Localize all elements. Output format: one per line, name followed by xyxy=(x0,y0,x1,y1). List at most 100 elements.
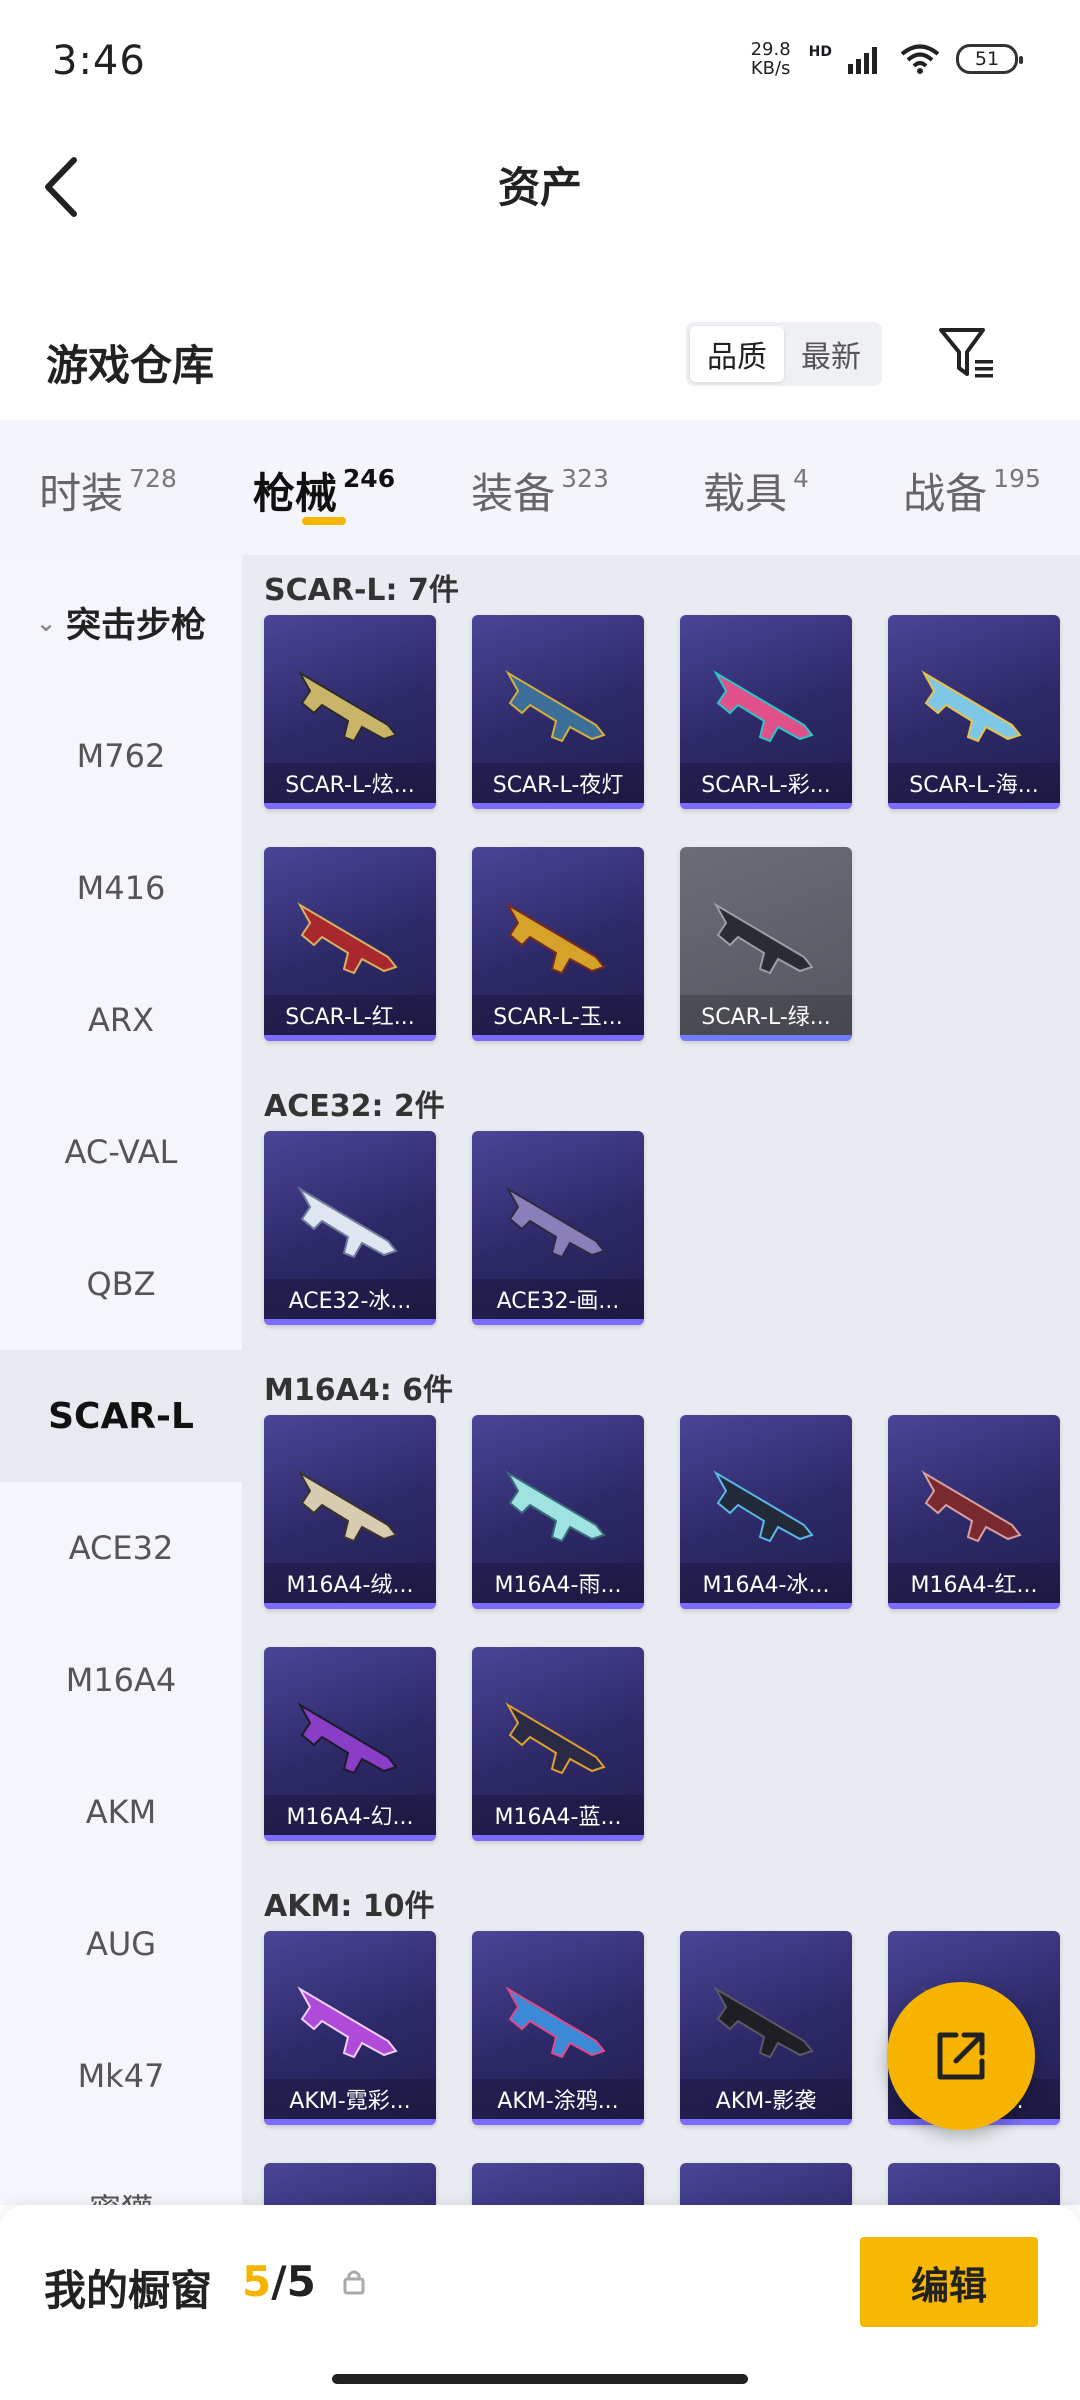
network-speed-unit: KB/s xyxy=(750,58,791,79)
tab-supplies[interactable]: 战备 195 xyxy=(864,420,1080,555)
showcase-total: /5 xyxy=(271,2257,316,2306)
tab-equipment[interactable]: 装备 323 xyxy=(432,420,648,555)
group-grid: SCAR-L-炫... SCAR-L-夜灯 SCAR-L-彩... SCAR-L… xyxy=(242,615,1080,1041)
skin-card[interactable]: SCAR-L-彩... xyxy=(680,615,852,809)
skin-card[interactable]: M16A4-蓝... xyxy=(472,1647,644,1841)
rarity-bar xyxy=(472,1603,644,1609)
repo-row: 游戏仓库 品质 最新 xyxy=(0,300,1080,410)
tab-label: 载具 xyxy=(703,469,788,518)
skin-name: SCAR-L-绿... xyxy=(680,995,852,1035)
skin-card[interactable] xyxy=(472,2163,644,2205)
tab-vehicles[interactable]: 载具 4 xyxy=(648,420,864,555)
rarity-bar xyxy=(264,1319,436,1325)
gun-icon xyxy=(713,902,814,975)
sidebar-category-label: 突击步枪 xyxy=(66,606,207,646)
rarity-bar xyxy=(472,1319,644,1325)
network-speed: 29.8 KB/s xyxy=(751,40,791,78)
skin-name: SCAR-L-玉... xyxy=(472,995,644,1035)
sort-toggle: 品质 最新 xyxy=(686,322,882,386)
skin-name: M16A4-幻... xyxy=(264,1795,436,1835)
skin-name: AKM-影袭 xyxy=(680,2079,852,2119)
tab-count: 195 xyxy=(993,464,1041,493)
skin-card[interactable]: M16A4-绒... xyxy=(264,1415,436,1609)
status-icons: 29.8 KB/s HD 51 xyxy=(751,40,1023,78)
skin-card[interactable]: AKM-影袭 xyxy=(680,1931,852,2125)
lock-icon xyxy=(343,2270,365,2295)
rarity-bar xyxy=(888,1603,1060,1609)
skin-card[interactable]: SCAR-L-炫... xyxy=(264,615,436,809)
gun-icon xyxy=(297,1186,398,1259)
sidebar-item-m16a4[interactable]: M16A4 xyxy=(0,1614,242,1746)
sidebar-item-aug[interactable]: AUG xyxy=(0,1878,242,2010)
skin-name: M16A4-红... xyxy=(888,1563,1060,1603)
wifi-icon xyxy=(900,44,940,74)
tab-count: 246 xyxy=(342,464,396,493)
skin-name: AKM-涂鸦... xyxy=(472,2079,644,2119)
sidebar-item-m416[interactable]: M416 xyxy=(0,822,242,954)
skin-card[interactable]: M16A4-雨... xyxy=(472,1415,644,1609)
sidebar-item-arx[interactable]: ARX xyxy=(0,954,242,1086)
tab-count: 4 xyxy=(793,464,809,493)
tab-label: 装备 xyxy=(471,469,556,518)
share-button[interactable] xyxy=(887,1982,1035,2130)
gun-icon xyxy=(297,1702,398,1775)
group-title: M16A4: 6件 xyxy=(264,1373,454,1408)
gun-icon xyxy=(505,1470,606,1543)
skin-name: M16A4-雨... xyxy=(472,1563,644,1603)
skin-card[interactable]: SCAR-L-绿... xyxy=(680,847,852,1041)
sidebar-category[interactable]: ⌄ 突击步枪 xyxy=(0,555,242,690)
skin-card[interactable]: SCAR-L-夜灯 xyxy=(472,615,644,809)
sidebar-item-akm[interactable]: AKM xyxy=(0,1746,242,1878)
weapon-sidebar: ⌄ 突击步枪 M762 M416 ARX AC-VAL QBZ SCAR-L AC… xyxy=(0,555,242,2205)
skin-card[interactable]: M16A4-冰... xyxy=(680,1415,852,1609)
skin-card[interactable]: SCAR-L-海... xyxy=(888,615,1060,809)
rarity-bar xyxy=(680,803,852,809)
edit-button[interactable]: 编辑 xyxy=(860,2237,1038,2327)
skin-card[interactable]: AKM-霓彩... xyxy=(264,1931,436,2125)
battery-level: 51 xyxy=(974,48,1000,70)
gun-icon xyxy=(505,1986,606,2059)
sidebar-item-mk47[interactable]: Mk47 xyxy=(0,2010,242,2142)
tab-guns[interactable]: 枪械 246 xyxy=(216,420,432,555)
rarity-bar xyxy=(472,803,644,809)
showcase-current: 5 xyxy=(242,2257,272,2306)
group-title: ACE32: 2件 xyxy=(264,1089,445,1124)
header: 资产 xyxy=(0,130,1080,250)
sidebar-item-honey-badger[interactable]: 蜜獾 xyxy=(0,2142,242,2205)
rarity-bar xyxy=(680,1603,852,1609)
tab-fashion[interactable]: 时装 728 xyxy=(0,420,216,555)
gun-icon xyxy=(297,902,398,975)
filter-icon[interactable] xyxy=(935,322,997,384)
skin-card[interactable] xyxy=(680,2163,852,2205)
skin-card[interactable]: SCAR-L-红... xyxy=(264,847,436,1041)
skin-name: ACE32-画... xyxy=(472,1279,644,1319)
rarity-bar xyxy=(264,2119,436,2125)
sidebar-item-m762[interactable]: M762 xyxy=(0,690,242,822)
rarity-bar xyxy=(472,1035,644,1041)
skin-card[interactable] xyxy=(888,2163,1060,2205)
skin-card[interactable]: AKM-涂鸦... xyxy=(472,1931,644,2125)
group-grid: ACE32-冰... ACE32-画... xyxy=(242,1131,1080,1325)
gun-icon xyxy=(297,1986,398,2059)
skin-card[interactable]: ACE32-冰... xyxy=(264,1131,436,1325)
category-tabs: 时装 728 枪械 246 装备 323 载具 4 战备 195 xyxy=(0,420,1080,555)
sidebar-item-ace32[interactable]: ACE32 xyxy=(0,1482,242,1614)
rarity-bar xyxy=(472,1835,644,1841)
skin-card[interactable]: ACE32-画... xyxy=(472,1131,644,1325)
sort-newest[interactable]: 最新 xyxy=(784,326,878,382)
skin-card[interactable]: M16A4-幻... xyxy=(264,1647,436,1841)
skin-card[interactable] xyxy=(264,2163,436,2205)
gun-icon xyxy=(713,1470,814,1543)
skin-card[interactable]: M16A4-红... xyxy=(888,1415,1060,1609)
gun-icon xyxy=(505,1702,606,1775)
skin-card[interactable]: SCAR-L-玉... xyxy=(472,847,644,1041)
sidebar-item-qbz[interactable]: QBZ xyxy=(0,1218,242,1350)
status-bar: 3:46 29.8 KB/s HD 51 xyxy=(0,0,1080,130)
sidebar-item-ac-val[interactable]: AC-VAL xyxy=(0,1086,242,1218)
gun-icon xyxy=(713,1986,814,2059)
tab-label: 枪械 xyxy=(252,469,337,518)
sort-quality[interactable]: 品质 xyxy=(690,326,784,382)
sidebar-item-scar-l[interactable]: SCAR-L xyxy=(0,1350,242,1482)
skin-name: SCAR-L-炫... xyxy=(264,763,436,803)
gun-icon xyxy=(297,1470,398,1543)
